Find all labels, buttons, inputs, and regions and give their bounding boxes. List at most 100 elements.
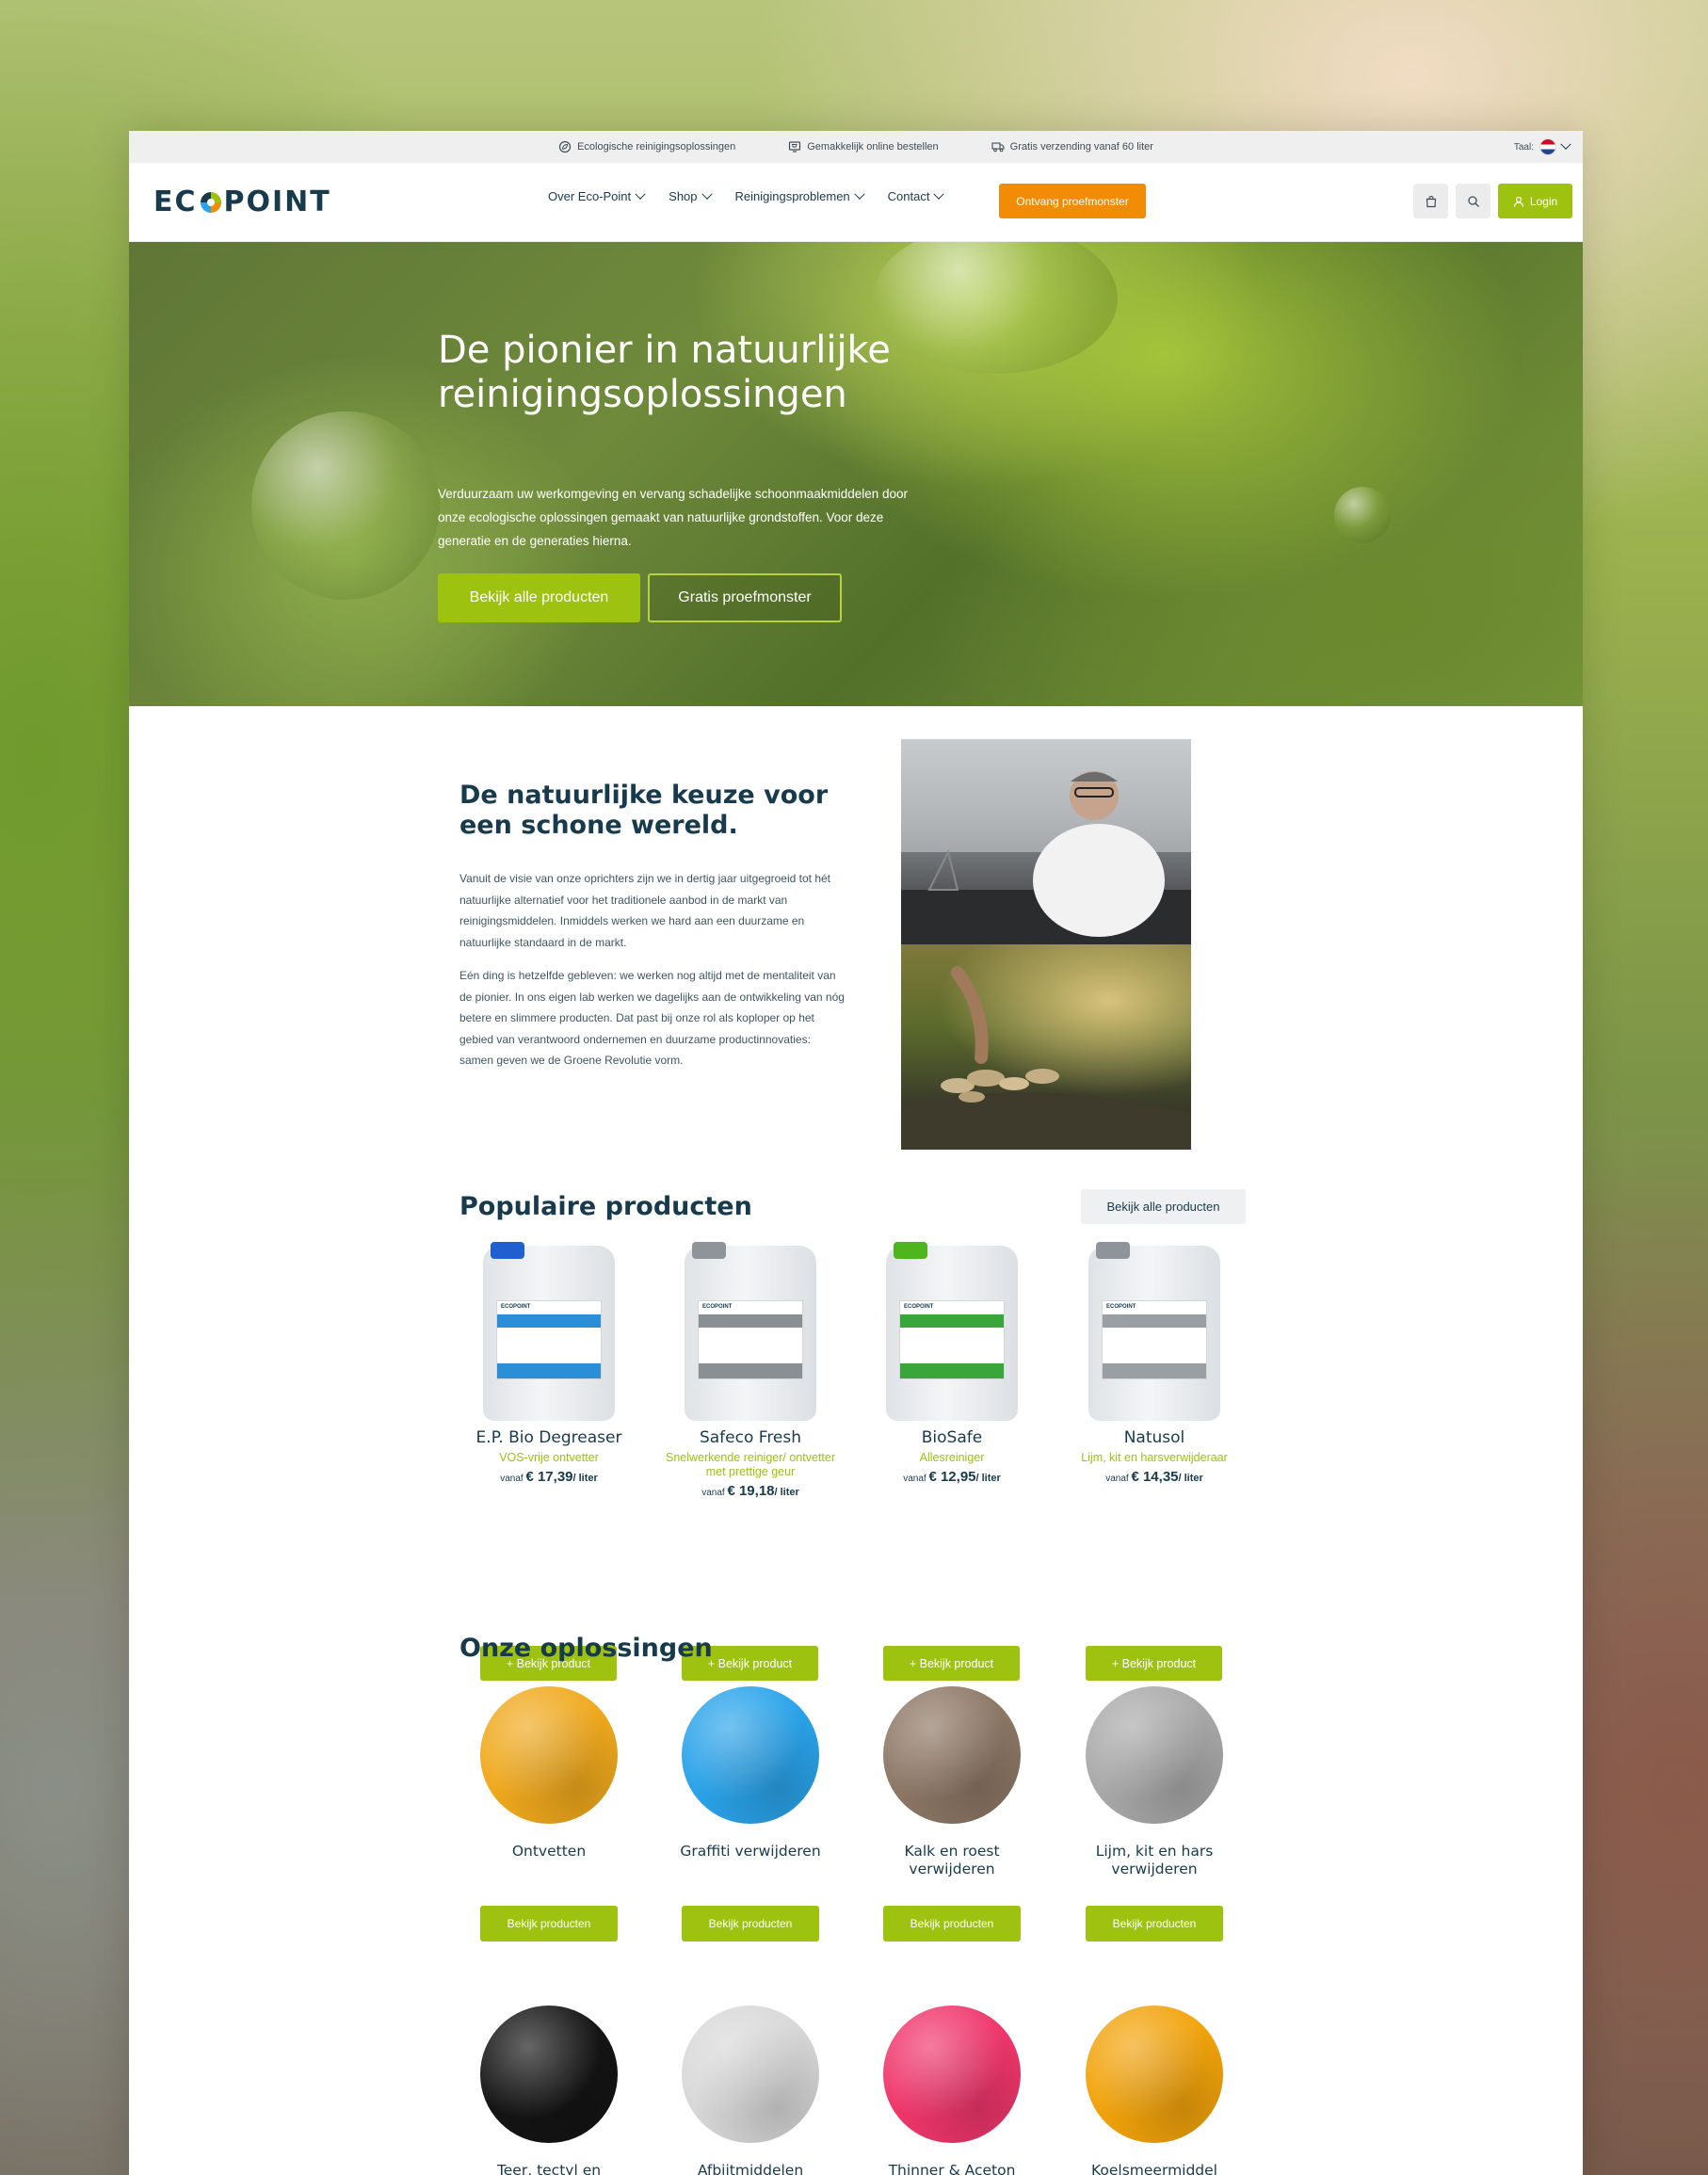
chevron-down-icon <box>1560 138 1571 150</box>
solution-name[interactable]: Kalk en roest verwijderen <box>862 1843 1041 1878</box>
solution-name[interactable]: Ontvetten <box>459 1843 638 1861</box>
price-unit: / liter <box>975 1473 1001 1484</box>
info-item: Gratis verzending vanaf 60 liter <box>991 140 1153 153</box>
nav-label: Reinigingsproblemen <box>734 189 850 203</box>
price-value: € 19,18 <box>727 1483 775 1499</box>
product-label-footer <box>497 1363 601 1378</box>
login-button[interactable]: Login <box>1498 184 1572 218</box>
product-name[interactable]: E.P. Bio Degreaser <box>459 1428 638 1447</box>
hero-banner: De pionier in natuurlijke reinigingsoplo… <box>129 242 1583 706</box>
solution-tile[interactable]: Afbijtmiddelen <box>661 2006 840 2175</box>
product-label-band <box>699 1314 802 1328</box>
intro-paragraph: Eén ding is hetzelfde gebleven: we werke… <box>459 969 845 1067</box>
chevron-down-icon <box>933 188 945 200</box>
search-button[interactable] <box>1456 184 1490 218</box>
logo-mark-icon <box>200 191 221 213</box>
product-name[interactable]: BioSafe <box>862 1428 1041 1447</box>
price-prefix: vanaf <box>903 1474 927 1484</box>
solution-tile[interactable]: Lijm, kit en hars verwijderen <box>1065 1686 1244 1878</box>
product-card[interactable]: ECOPOINT Safeco Fresh Snelwerkende reini… <box>661 1242 840 1499</box>
solution-name[interactable]: Lijm, kit en hars verwijderen <box>1065 1843 1244 1878</box>
product-label-footer <box>1103 1363 1206 1378</box>
product-price: vanaf € 12,95/ liter <box>862 1469 1041 1485</box>
chevron-down-icon <box>854 188 865 200</box>
view-solution-products-button[interactable]: Bekijk producten <box>883 1906 1021 1941</box>
product-card[interactable]: ECOPOINT Natusol Lijm, kit en harsverwij… <box>1065 1242 1244 1485</box>
info-item: Gemakkelijk online bestellen <box>788 140 939 153</box>
view-solution-products-button[interactable]: Bekijk producten <box>1086 1906 1223 1941</box>
product-name[interactable]: Natusol <box>1065 1428 1244 1447</box>
free-sample-button[interactable]: Gratis proefmonster <box>648 573 842 622</box>
solution-tile[interactable]: Ontvetten <box>459 1686 638 1861</box>
solution-image[interactable] <box>883 2006 1021 2143</box>
truck-icon <box>991 142 1005 153</box>
intro-title: De natuurlijke keuze voor een schone wer… <box>459 781 829 840</box>
solutions-section-title: Onze oplossingen <box>459 1634 713 1663</box>
site-header: EC POINT Over Eco-Point Shop Reinigingsp… <box>129 163 1583 242</box>
water-drop-image <box>251 411 440 600</box>
solution-tile[interactable]: Kalk en roest verwijderen <box>862 1686 1041 1878</box>
product-label-brand: ECOPOINT <box>501 1304 531 1310</box>
solution-image[interactable] <box>1086 2006 1223 2143</box>
product-label-brand: ECOPOINT <box>904 1304 934 1310</box>
view-solution-products-button[interactable]: Bekijk producten <box>682 1906 819 1941</box>
request-sample-button[interactable]: Ontvang proefmonster <box>999 184 1146 218</box>
product-image[interactable]: ECOPOINT <box>886 1242 1018 1421</box>
nav-item-reinigingsproblemen[interactable]: Reinigingsproblemen <box>734 188 865 203</box>
view-solution-products-button[interactable]: Bekijk producten <box>480 1906 618 1941</box>
solution-image[interactable] <box>883 1686 1021 1824</box>
screen-cart-icon <box>789 141 801 153</box>
nav-item-contact[interactable]: Contact <box>888 188 945 203</box>
product-image[interactable]: ECOPOINT <box>1088 1242 1220 1421</box>
view-product-button[interactable]: + Bekijk product <box>1086 1646 1222 1681</box>
solution-name[interactable]: Koelsmeermiddel <box>1065 2162 1244 2175</box>
solution-image[interactable] <box>682 2006 819 2143</box>
price-value: € 14,35 <box>1131 1469 1179 1485</box>
solution-image[interactable] <box>1086 1686 1223 1824</box>
product-subtitle: Allesreiniger <box>919 1451 985 1464</box>
solution-name[interactable]: Teer, tectyl en <box>459 2162 638 2175</box>
product-image[interactable]: ECOPOINT <box>483 1242 615 1421</box>
info-text: Gratis verzending vanaf 60 liter <box>1009 141 1153 153</box>
solution-name[interactable]: Thinner & Aceton <box>862 2162 1041 2175</box>
ecopoint-logo[interactable]: EC POINT <box>153 185 331 218</box>
info-bar: Ecologische reinigingsoplossingen Gemakk… <box>129 131 1583 163</box>
solution-image[interactable] <box>682 1686 819 1824</box>
nav-item-over-eco-point[interactable]: Over Eco-Point <box>548 188 646 203</box>
product-cap <box>491 1242 524 1259</box>
price-unit: / liter <box>1178 1473 1203 1484</box>
view-all-products-button[interactable]: Bekijk alle producten <box>1081 1189 1246 1224</box>
language-selector[interactable]: Taal: <box>1514 138 1571 155</box>
nav-item-shop[interactable]: Shop <box>669 188 713 203</box>
product-image[interactable]: ECOPOINT <box>685 1242 816 1421</box>
solution-name[interactable]: Afbijtmiddelen <box>661 2162 840 2175</box>
product-label-brand: ECOPOINT <box>702 1304 733 1310</box>
cart-button[interactable] <box>1413 184 1448 218</box>
solution-image[interactable] <box>480 1686 618 1824</box>
view-product-button[interactable]: + Bekijk product <box>883 1646 1020 1681</box>
solution-tile[interactable]: Koelsmeermiddel <box>1065 2006 1244 2175</box>
shopping-bag-icon <box>1426 195 1436 207</box>
product-name[interactable]: Safeco Fresh <box>661 1428 840 1447</box>
solution-tile[interactable]: Thinner & Aceton <box>862 2006 1041 2175</box>
solution-image[interactable] <box>480 2006 618 2143</box>
info-text: Ecologische reinigingsoplossingen <box>577 141 736 153</box>
solution-tile[interactable]: Graffiti verwijderen <box>661 1686 840 1861</box>
view-all-products-button[interactable]: Bekijk alle producten <box>438 573 640 622</box>
solution-name[interactable]: Graffiti verwijderen <box>661 1843 840 1861</box>
product-price: vanaf € 19,18/ liter <box>661 1483 840 1499</box>
product-label-band <box>1103 1314 1206 1328</box>
product-cap <box>894 1242 927 1259</box>
search-icon <box>1467 195 1479 207</box>
solution-tile[interactable]: Teer, tectyl en <box>459 2006 638 2175</box>
product-price: vanaf € 14,35/ liter <box>1065 1469 1244 1485</box>
product-label-image: ECOPOINT <box>1102 1300 1207 1379</box>
dutch-flag-icon <box>1539 138 1556 155</box>
user-icon <box>1513 196 1523 207</box>
product-label-footer <box>699 1363 802 1378</box>
chevron-down-icon <box>701 188 713 200</box>
product-card[interactable]: ECOPOINT E.P. Bio Degreaser VOS-vrije on… <box>459 1242 638 1485</box>
product-card[interactable]: ECOPOINT BioSafe Allesreiniger vanaf € 1… <box>862 1242 1041 1485</box>
page-frame: Ecologische reinigingsoplossingen Gemakk… <box>129 131 1583 2175</box>
product-label-image: ECOPOINT <box>698 1300 803 1379</box>
